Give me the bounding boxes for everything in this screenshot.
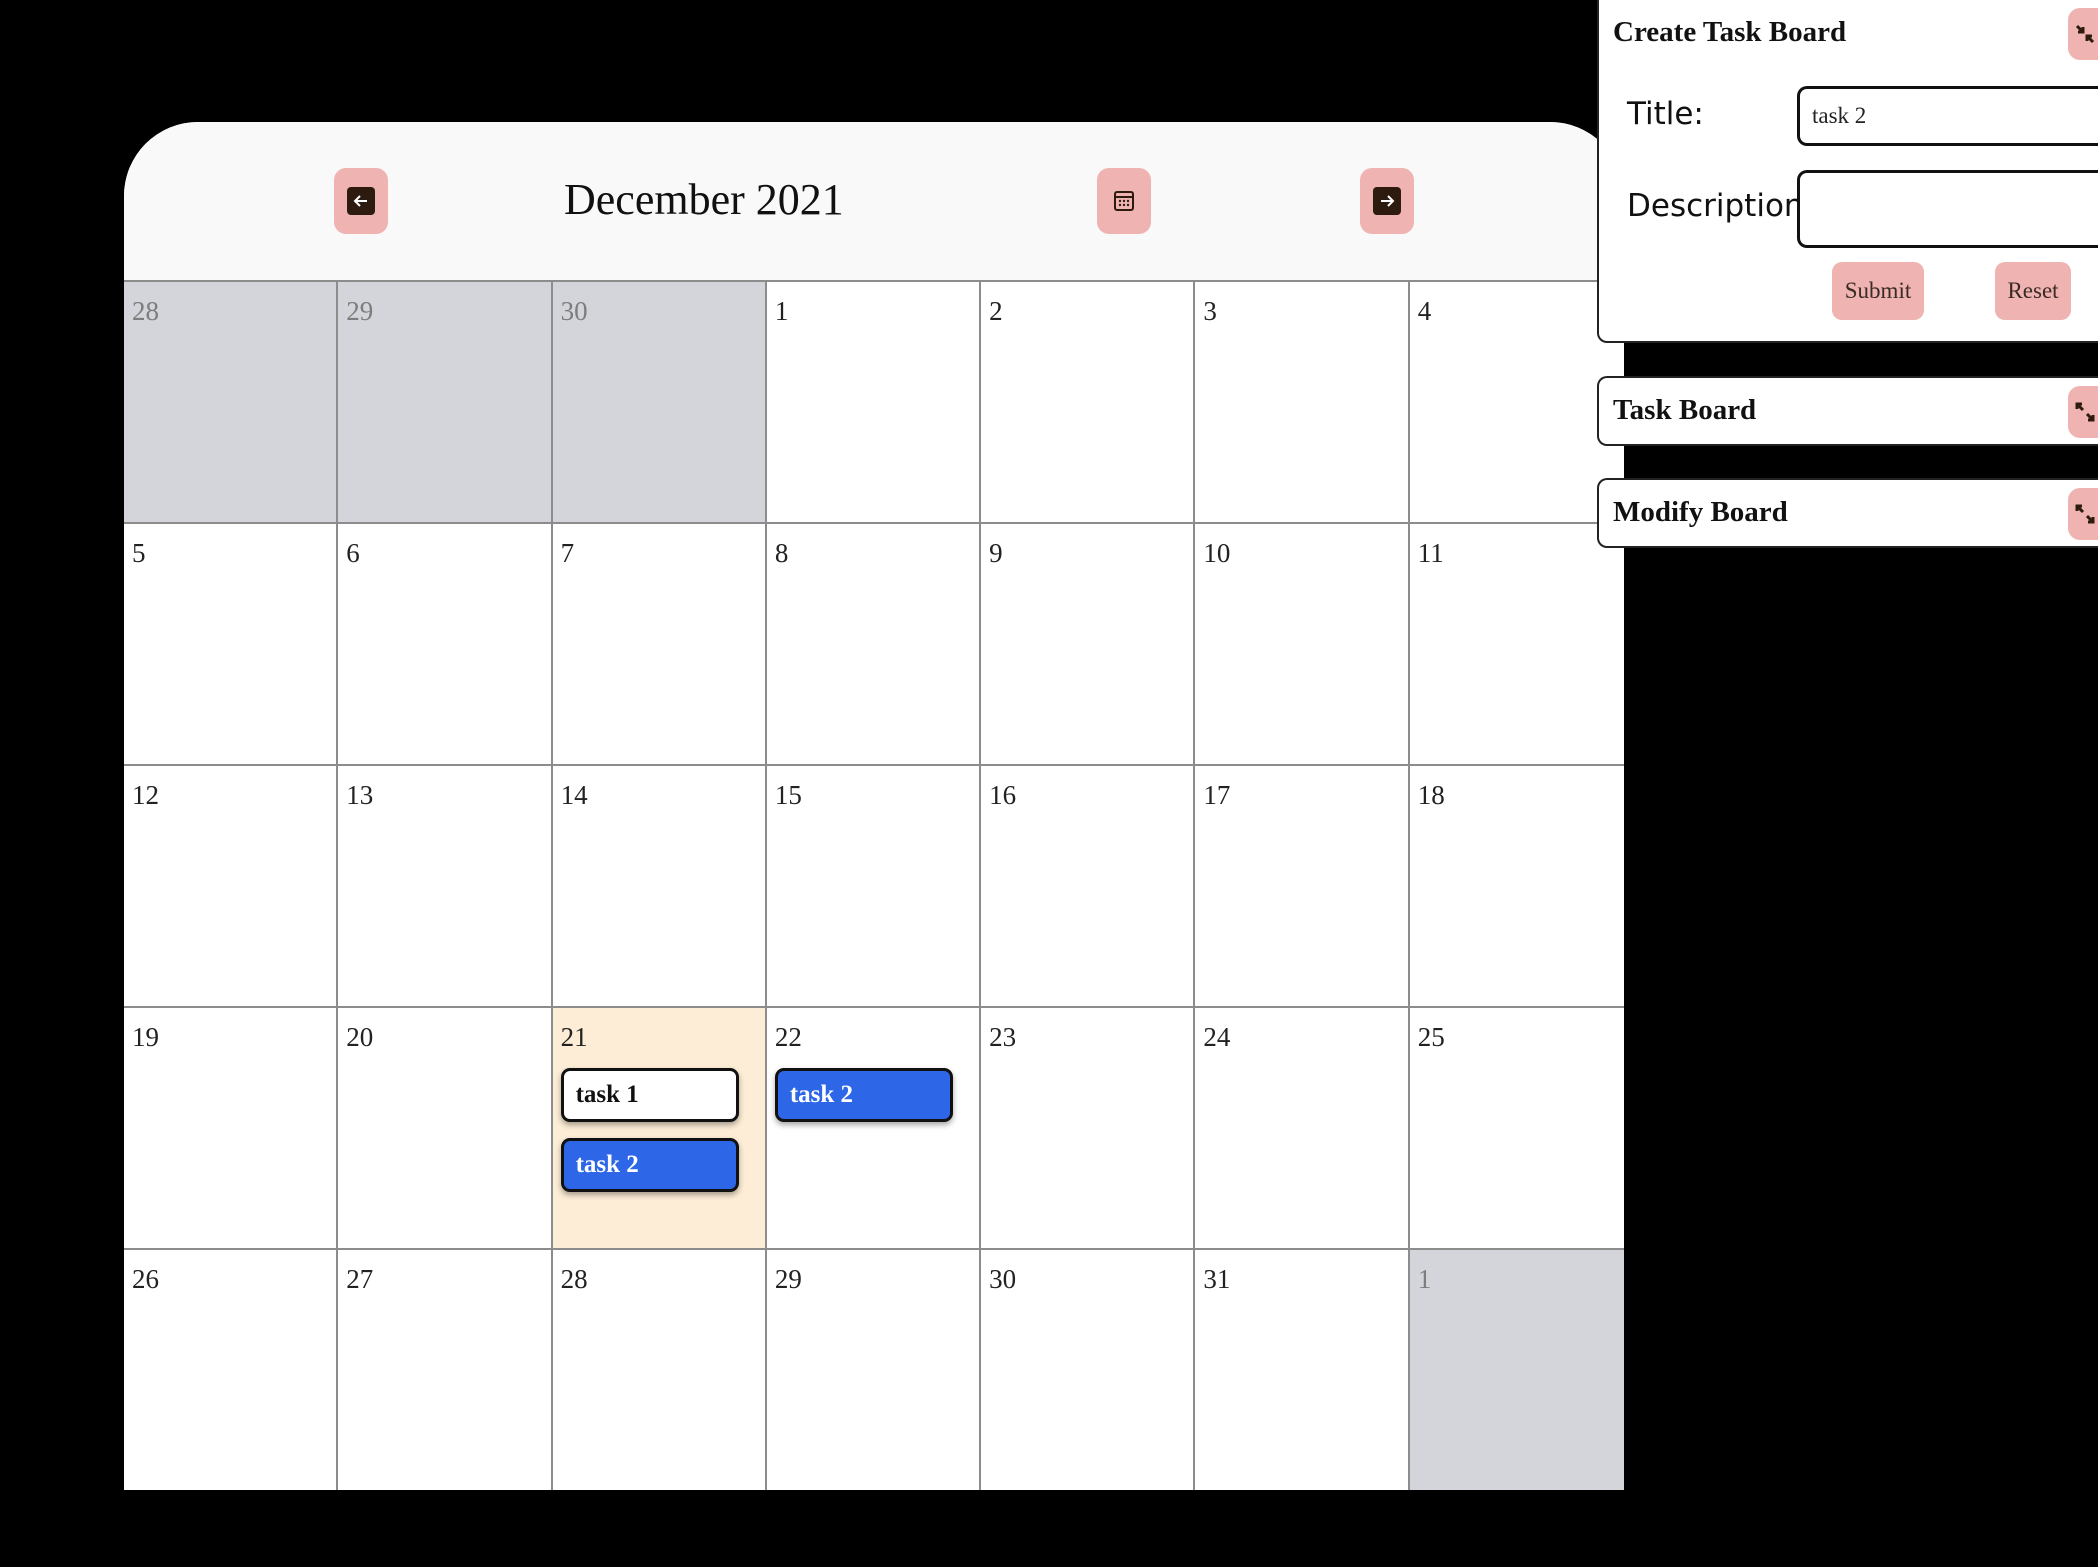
month-title: December 2021 — [564, 175, 844, 224]
day-cell[interactable]: 18 — [1409, 766, 1624, 1008]
task-board-panel: Task Board — [1597, 376, 2098, 446]
task-chip[interactable]: task 2 — [560, 1138, 739, 1192]
day-cell[interactable]: 27 — [338, 1250, 553, 1490]
collapse-icon[interactable] — [2068, 8, 2098, 60]
day-cell[interactable]: 7 — [552, 524, 767, 766]
day-cell[interactable]: 13 — [338, 766, 553, 1008]
day-number: 1 — [1417, 1264, 1432, 1294]
day-number: 21 — [560, 1022, 588, 1052]
calendar-header: December 2021 — [124, 122, 1624, 280]
arrow-right-icon — [1373, 187, 1401, 215]
day-number: 14 — [560, 780, 588, 810]
day-number: 28 — [560, 1264, 588, 1294]
prev-month-button[interactable] — [334, 168, 388, 234]
title-label: Title: — [1627, 96, 1704, 132]
day-number: 16 — [989, 780, 1017, 810]
panel-title: Create Task Board — [1613, 16, 1847, 48]
day-cell-today[interactable]: 21 task 1 task 2 — [552, 1008, 767, 1250]
arrow-left-icon — [347, 187, 375, 215]
day-cell[interactable]: 9 — [981, 524, 1196, 766]
day-number: 9 — [989, 538, 1003, 568]
day-number: 1 — [774, 296, 789, 326]
day-number: 11 — [1417, 538, 1444, 568]
day-number: 23 — [989, 1022, 1017, 1052]
create-task-board-panel: Create Task Board Title: Description: Su… — [1597, 0, 2098, 343]
day-cell[interactable]: 8 — [766, 524, 982, 766]
day-cell[interactable]: 28 — [124, 282, 339, 524]
day-cell[interactable]: 24 — [1195, 1008, 1410, 1250]
day-number: 20 — [346, 1022, 374, 1052]
day-cell[interactable]: 28 — [552, 1250, 767, 1490]
calendar-icon — [1110, 187, 1138, 215]
submit-button[interactable]: Submit — [1832, 262, 1924, 320]
day-cell[interactable]: 11 — [1409, 524, 1624, 766]
task-chip[interactable]: task 1 — [560, 1068, 739, 1122]
day-cell[interactable]: 1 — [1409, 1250, 1624, 1490]
next-month-button[interactable] — [1360, 168, 1414, 234]
day-number: 26 — [132, 1264, 159, 1294]
reset-button[interactable]: Reset — [1995, 262, 2071, 320]
day-number: 29 — [346, 296, 374, 326]
day-cell[interactable]: 16 — [981, 766, 1196, 1008]
day-cell[interactable]: 29 — [338, 282, 553, 524]
calendar-grid: 28 29 30 1 2 3 4 5 6 7 8 9 10 11 12 13 14 15 16 17 18 19 20 21 t… — [124, 280, 1624, 1490]
day-number: 30 — [560, 296, 588, 326]
day-cell[interactable]: 25 — [1409, 1008, 1624, 1250]
expand-icon[interactable] — [2068, 488, 2098, 540]
day-number: 4 — [1417, 296, 1432, 326]
day-number: 27 — [346, 1264, 374, 1294]
day-number: 7 — [560, 538, 575, 568]
description-label: Description: — [1627, 188, 1814, 224]
day-cell[interactable]: 10 — [1195, 524, 1410, 766]
day-cell[interactable]: 4 — [1409, 282, 1624, 524]
day-cell[interactable]: 12 — [124, 766, 339, 1008]
day-number: 3 — [1203, 296, 1217, 326]
day-cell[interactable]: 29 — [766, 1250, 982, 1490]
day-cell[interactable]: 5 — [124, 524, 339, 766]
day-number: 15 — [774, 780, 802, 810]
day-cell[interactable]: 23 — [981, 1008, 1196, 1250]
task-chip[interactable]: task 2 — [774, 1068, 953, 1122]
panel-title: Task Board — [1613, 394, 1757, 426]
day-number: 10 — [1203, 538, 1231, 568]
day-cell[interactable]: 26 — [124, 1250, 339, 1490]
day-cell[interactable]: 2 — [981, 282, 1196, 524]
expand-icon[interactable] — [2068, 386, 2098, 438]
day-number: 6 — [346, 538, 360, 568]
day-number: 2 — [989, 296, 1003, 326]
day-number: 22 — [774, 1022, 802, 1052]
day-cell[interactable]: 30 — [981, 1250, 1196, 1490]
day-number: 8 — [774, 538, 789, 568]
day-number: 31 — [1203, 1264, 1231, 1294]
day-cell[interactable]: 6 — [338, 524, 553, 766]
day-cell[interactable]: 22 task 2 — [766, 1008, 982, 1250]
day-number: 13 — [346, 780, 374, 810]
description-input[interactable] — [1797, 170, 2098, 248]
title-input[interactable] — [1797, 86, 2098, 146]
day-cell[interactable]: 17 — [1195, 766, 1410, 1008]
day-cell[interactable]: 19 — [124, 1008, 339, 1250]
day-number: 12 — [132, 780, 159, 810]
modify-board-panel: Modify Board — [1597, 478, 2098, 548]
day-cell[interactable]: 31 — [1195, 1250, 1410, 1490]
day-cell[interactable]: 1 — [766, 282, 982, 524]
day-number: 25 — [1417, 1022, 1445, 1052]
day-number: 19 — [132, 1022, 159, 1052]
day-number: 28 — [132, 296, 159, 326]
calendar: December 2021 28 29 30 1 2 3 4 5 6 7 8 9 10 11 12 13 14 1… — [124, 122, 1624, 1490]
day-number: 5 — [132, 538, 146, 568]
day-cell[interactable]: 3 — [1195, 282, 1410, 524]
day-number: 17 — [1203, 780, 1231, 810]
day-number: 18 — [1417, 780, 1445, 810]
day-cell[interactable]: 14 — [552, 766, 767, 1008]
day-cell[interactable]: 20 — [338, 1008, 553, 1250]
day-cell[interactable]: 30 — [552, 282, 767, 524]
day-cell[interactable]: 15 — [766, 766, 982, 1008]
day-number: 24 — [1203, 1022, 1231, 1052]
day-number: 30 — [989, 1264, 1017, 1294]
day-number: 29 — [774, 1264, 802, 1294]
today-button[interactable] — [1097, 168, 1151, 234]
panel-title: Modify Board — [1613, 496, 1788, 528]
